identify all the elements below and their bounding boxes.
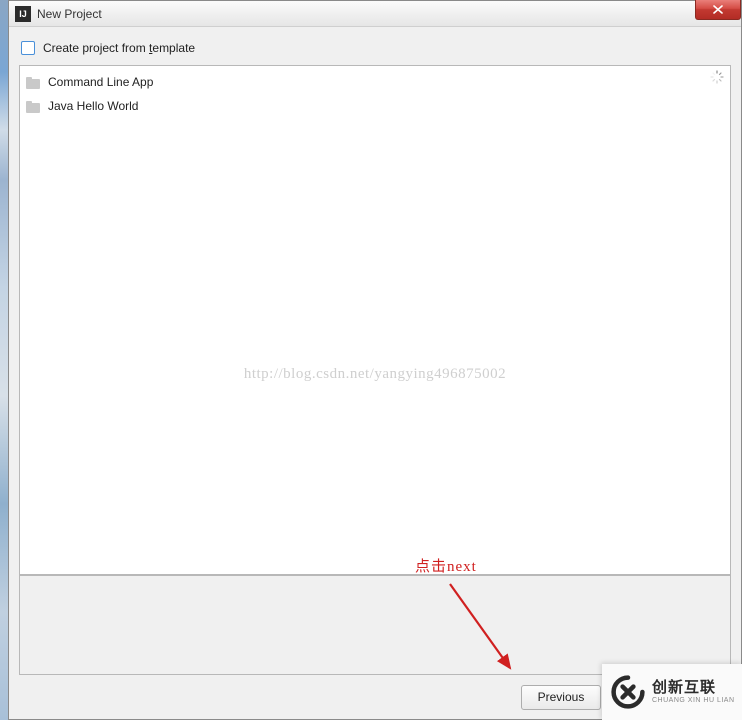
list-item[interactable]: Java Hello World xyxy=(26,94,724,118)
create-from-template-checkbox[interactable] xyxy=(21,41,35,55)
template-list[interactable]: Command Line App Java Hello World xyxy=(20,66,730,122)
titlebar[interactable]: IJ New Project xyxy=(9,1,741,27)
loading-spinner-icon xyxy=(710,70,724,84)
checkbox-label-post: emplate xyxy=(152,41,195,55)
brand-logo-icon xyxy=(610,674,646,710)
folder-icon xyxy=(26,99,42,113)
close-button[interactable] xyxy=(695,0,741,20)
folder-icon xyxy=(26,75,42,89)
brand-overlay: 创新互联 CHUANG XIN HU LIAN xyxy=(602,664,742,720)
create-from-template-label: Create project from template xyxy=(43,41,195,55)
annotation-click-next-text: 点击next xyxy=(415,555,477,576)
description-panel xyxy=(19,575,731,675)
previous-button[interactable]: Previous xyxy=(521,685,602,710)
previous-label: Previous xyxy=(538,690,585,704)
app-icon: IJ xyxy=(15,6,31,22)
template-label: Command Line App xyxy=(48,75,153,89)
checkbox-label-pre: Create project from xyxy=(43,41,149,55)
brand-name-en: CHUANG XIN HU LIAN xyxy=(652,697,735,705)
watermark-text: http://blog.csdn.net/yangying496875002 xyxy=(244,366,506,383)
dialog-window: IJ New Project Create project from templ… xyxy=(8,0,742,720)
template-list-panel: Command Line App Java Hello World xyxy=(19,65,731,575)
dialog-content: Create project from template Command Lin… xyxy=(9,27,741,719)
list-item[interactable]: Command Line App xyxy=(26,70,724,94)
template-checkbox-row: Create project from template xyxy=(19,37,731,59)
window-title: New Project xyxy=(37,7,102,21)
brand-text: 创新互联 CHUANG XIN HU LIAN xyxy=(652,679,735,705)
decorative-left-edge xyxy=(0,0,8,720)
template-label: Java Hello World xyxy=(48,99,138,113)
close-icon xyxy=(713,5,723,14)
brand-name-cn: 创新互联 xyxy=(652,679,735,697)
